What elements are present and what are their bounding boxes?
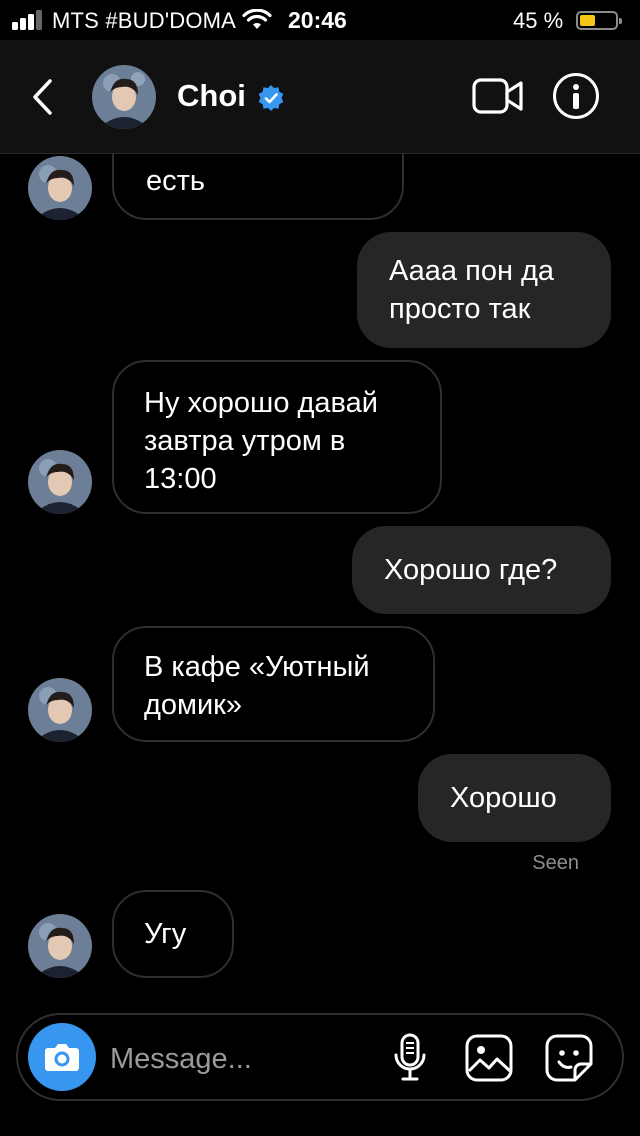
status-bar: MTS #BUD'DOMA 20:46 45 % xyxy=(0,0,640,40)
video-call-icon[interactable] xyxy=(472,77,524,115)
message-composer xyxy=(16,1013,624,1101)
microphone-icon[interactable] xyxy=(392,1033,428,1083)
message-line: В кафе «Уютный xyxy=(144,651,370,683)
battery-icon xyxy=(576,11,622,30)
message-text: есть xyxy=(146,165,206,197)
chat-header: Choi xyxy=(0,40,640,154)
message-line: 13:00 xyxy=(144,463,217,495)
message-input[interactable] xyxy=(110,1039,370,1079)
outgoing-message-bubble[interactable]: Хорошо где? xyxy=(352,526,611,614)
message-line: Ну хорошо давай xyxy=(144,387,378,419)
message-line: Хорошо xyxy=(450,782,557,814)
outgoing-message-bubble[interactable]: Хорошо xyxy=(418,754,611,842)
chat-screen: MTS #BUD'DOMA 20:46 45 % Choi есть Аааа … xyxy=(0,0,640,1136)
camera-button[interactable] xyxy=(28,1023,96,1091)
status-time: 20:46 xyxy=(288,7,347,33)
carrier-name: MTS #BUD'DOMA xyxy=(52,8,237,33)
message-line: завтра утром в xyxy=(144,425,346,457)
incoming-message-bubble[interactable]: Ну хорошо давай завтра утром в 13:00 xyxy=(112,360,442,514)
sender-avatar[interactable] xyxy=(28,678,92,742)
sender-avatar[interactable] xyxy=(28,156,92,220)
incoming-message-bubble[interactable]: Угу xyxy=(112,890,234,978)
message-line: Аааа пон да xyxy=(389,255,555,287)
wifi-icon xyxy=(242,9,272,29)
message-line: домик» xyxy=(144,689,243,721)
contact-name[interactable]: Choi xyxy=(177,78,246,114)
gallery-icon[interactable] xyxy=(464,1033,514,1083)
back-chevron-icon[interactable] xyxy=(28,78,58,116)
message-thread: · · · · · · · · · р есть Аааа пон да про… xyxy=(0,154,640,1004)
message-line: Хорошо где? xyxy=(384,554,558,586)
signal-strength-icon xyxy=(12,10,46,30)
info-icon[interactable] xyxy=(553,73,599,119)
sticker-icon[interactable] xyxy=(544,1033,594,1083)
outgoing-message-bubble[interactable]: Аааа пон да просто так xyxy=(357,232,611,348)
sender-avatar[interactable] xyxy=(28,914,92,978)
message-line: Угу xyxy=(144,918,187,950)
camera-icon xyxy=(45,1044,79,1071)
incoming-message-bubble[interactable]: В кафе «Уютный домик» xyxy=(112,626,435,742)
verified-badge-icon xyxy=(258,85,284,111)
battery-percent: 45 % xyxy=(513,8,564,33)
sender-avatar[interactable] xyxy=(28,450,92,514)
message-line: просто так xyxy=(389,293,531,325)
seen-receipt: Seen xyxy=(532,852,579,874)
contact-avatar[interactable] xyxy=(92,65,156,129)
incoming-message-bubble[interactable]: · · · · · · · · · р есть xyxy=(112,154,404,220)
